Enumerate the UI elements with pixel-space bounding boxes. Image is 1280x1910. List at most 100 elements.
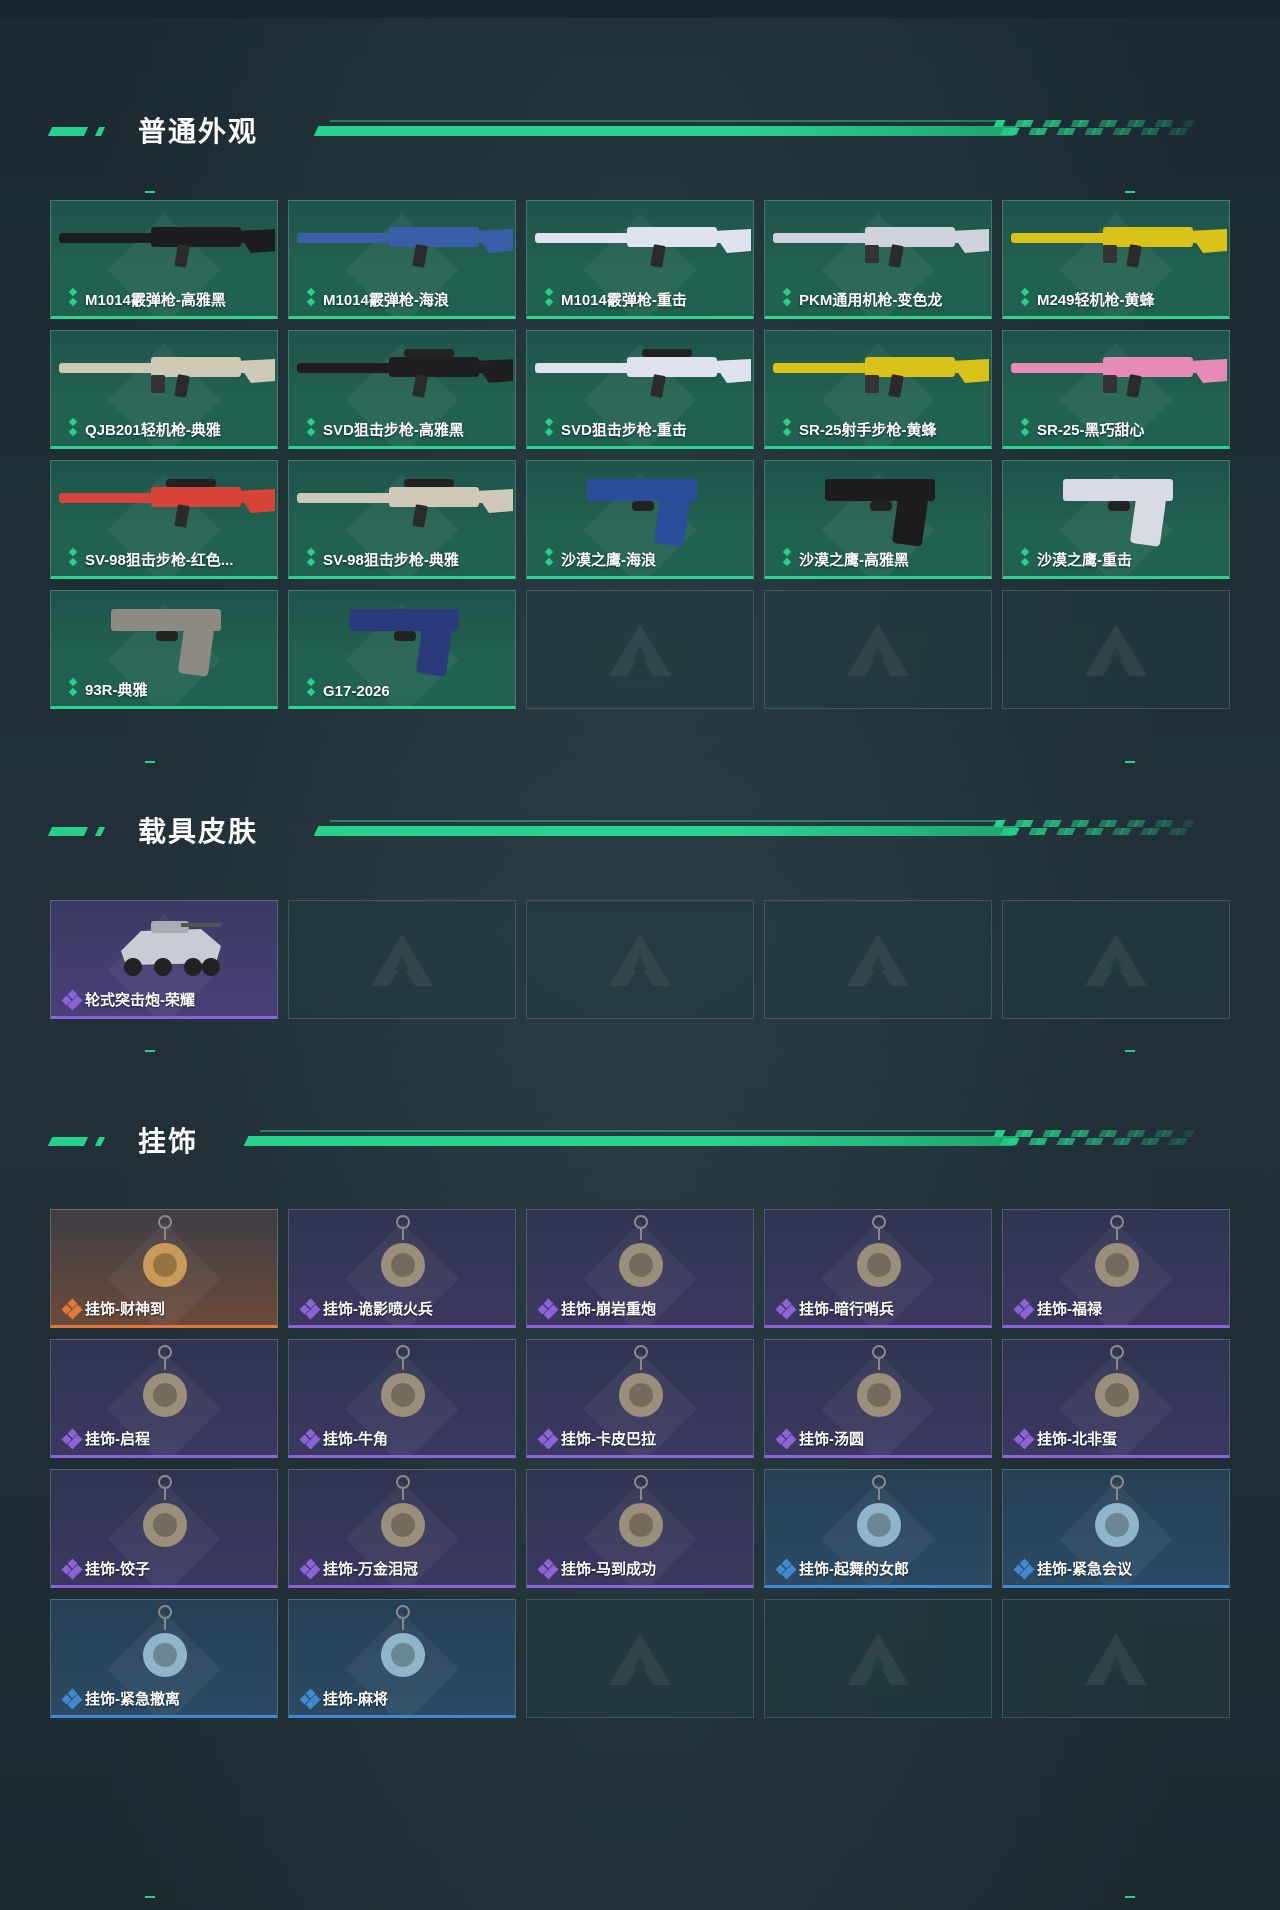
- weapon-skin-card[interactable]: SR-25射手步枪-黄蜂: [764, 330, 992, 449]
- weapon-skin-card[interactable]: M1014霰弹枪-海浪: [288, 200, 516, 319]
- charm-card[interactable]: 挂饰-北非蛋: [1002, 1339, 1230, 1458]
- weapon-skin-card[interactable]: 沙漠之鹰-重击: [1002, 460, 1230, 579]
- weapon-skin-card[interactable]: SVD狙击步枪-重击: [526, 330, 754, 449]
- rifle-icon: [1011, 357, 1227, 398]
- card-label: 沙漠之鹰-海浪: [561, 552, 656, 569]
- charm-card[interactable]: 挂饰-马到成功: [526, 1469, 754, 1588]
- empty-slot: [526, 1599, 754, 1718]
- card-label: M249轻机枪-黄蜂: [1037, 292, 1155, 309]
- rarity-icon: [781, 547, 793, 567]
- weapon-skin-card[interactable]: 93R-典雅: [50, 590, 278, 709]
- placeholder-logo-icon: [1085, 623, 1147, 676]
- rarity-icon: [67, 547, 79, 567]
- weapon-skin-card[interactable]: SV-98狙击步枪-典雅: [288, 460, 516, 579]
- weapon-skin-card[interactable]: SR-25-黑巧甜心: [1002, 330, 1230, 449]
- card-label: 挂饰-财神到: [85, 1301, 165, 1318]
- weapon-skin-card[interactable]: M1014霰弹枪-高雅黑: [50, 200, 278, 319]
- placeholder-logo-icon: [609, 1632, 671, 1685]
- rarity-diamond-icon: [1020, 427, 1030, 437]
- weapon-skin-card[interactable]: SV-98狙击步枪-红色...: [50, 460, 278, 579]
- pistol-icon: [825, 479, 935, 547]
- rarity-diamond-icon: [782, 287, 792, 297]
- charm-card[interactable]: 挂饰-诡影喷火兵: [288, 1209, 516, 1328]
- empty-slot: [1002, 590, 1230, 709]
- card-label: 沙漠之鹰-高雅黑: [799, 552, 909, 569]
- header-checker-pattern: [993, 120, 1195, 136]
- charm-card[interactable]: 挂饰-卡皮巴拉: [526, 1339, 754, 1458]
- card-label: 93R-典雅: [85, 682, 148, 699]
- charm-card[interactable]: 挂饰-起舞的女郎: [764, 1469, 992, 1588]
- rarity-diamond-icon: [68, 557, 78, 567]
- placeholder-logo-icon: [371, 933, 433, 986]
- charm-card[interactable]: 挂饰-牛角: [288, 1339, 516, 1458]
- rarity-icon: [67, 417, 79, 437]
- charm-card[interactable]: 挂饰-福禄: [1002, 1209, 1230, 1328]
- weapon-skin-card[interactable]: 沙漠之鹰-海浪: [526, 460, 754, 579]
- card-label: SV-98狙击步枪-红色...: [85, 552, 234, 569]
- section-header: 挂饰: [0, 1110, 1280, 1170]
- rarity-diamond-icon: [1020, 547, 1030, 557]
- empty-slot: [526, 590, 754, 709]
- charm-card[interactable]: 挂饰-汤圆: [764, 1339, 992, 1458]
- weapon-skin-card[interactable]: M1014霰弹枪-重击: [526, 200, 754, 319]
- corner-tick: [145, 1896, 155, 1898]
- checker-tile: [1175, 1138, 1188, 1145]
- rarity-diamond-icon: [68, 417, 78, 427]
- rarity-diamond-icon: [306, 687, 316, 697]
- charm-card[interactable]: 挂饰-紧急会议: [1002, 1469, 1230, 1588]
- rarity-diamond-icon: [306, 417, 316, 427]
- checker-tile: [1035, 128, 1048, 135]
- weapon-skin-card[interactable]: 沙漠之鹰-高雅黑: [764, 460, 992, 579]
- charm-card[interactable]: 挂饰-启程: [50, 1339, 278, 1458]
- empty-slot: [764, 1599, 992, 1718]
- charm-icon: [1095, 1215, 1139, 1287]
- rarity-diamond-icon: [68, 687, 78, 697]
- charm-icon: [1095, 1345, 1139, 1417]
- weapon-skin-card[interactable]: M249轻机枪-黄蜂: [1002, 200, 1230, 319]
- rarity-icon: [775, 1428, 797, 1450]
- rarity-diamond-icon: [782, 557, 792, 567]
- checker-tile: [1077, 1130, 1090, 1137]
- weapon-skin-card[interactable]: G17-2026: [288, 590, 516, 709]
- placeholder-logo-icon: [1085, 933, 1147, 986]
- rarity-icon: [543, 417, 555, 437]
- charm-card[interactable]: 挂饰-紧急撤离: [50, 1599, 278, 1718]
- rarity-icon: [305, 547, 317, 567]
- checker-tile: [1147, 1138, 1160, 1145]
- weapon-skin-card[interactable]: QJB201轻机枪-典雅: [50, 330, 278, 449]
- checker-tile: [1063, 828, 1076, 835]
- charm-icon: [857, 1215, 901, 1287]
- charm-card[interactable]: 挂饰-暗行哨兵: [764, 1209, 992, 1328]
- charm-icon: [619, 1475, 663, 1547]
- corner-tick: [145, 761, 155, 763]
- card-label: 沙漠之鹰-重击: [1037, 552, 1132, 569]
- rarity-icon: [299, 1428, 321, 1450]
- rarity-diamond-icon: [306, 297, 316, 307]
- section-vehicle-skins: 载具皮肤 轮式突击炮-荣耀: [0, 800, 1280, 1060]
- charm-icon: [381, 1475, 425, 1547]
- placeholder-logo-icon: [609, 623, 671, 676]
- checker-tile: [1175, 128, 1188, 135]
- charm-card[interactable]: 挂饰-饺子: [50, 1469, 278, 1588]
- checker-tile: [1021, 120, 1034, 127]
- header-divider: [313, 826, 1019, 836]
- rarity-diamond-icon: [306, 427, 316, 437]
- rarity-diamond-icon: [782, 427, 792, 437]
- header-checker-pattern: [993, 820, 1195, 836]
- card-label: 挂饰-麻将: [323, 1691, 388, 1708]
- charm-card[interactable]: 挂饰-崩岩重炮: [526, 1209, 754, 1328]
- checker-tile: [1119, 1138, 1132, 1145]
- charm-card[interactable]: 挂饰-麻将: [288, 1599, 516, 1718]
- rarity-diamond-icon: [1020, 287, 1030, 297]
- checker-tile: [1161, 1130, 1174, 1137]
- rarity-icon: [61, 1428, 83, 1450]
- weapon-skin-card[interactable]: PKM通用机枪-变色龙: [764, 200, 992, 319]
- section-header: 普通外观: [0, 100, 1280, 160]
- charm-card[interactable]: 挂饰-财神到: [50, 1209, 278, 1328]
- charm-icon: [143, 1345, 187, 1417]
- rarity-icon: [299, 1688, 321, 1710]
- empty-slot: [764, 900, 992, 1019]
- weapon-skin-card[interactable]: SVD狙击步枪-高雅黑: [288, 330, 516, 449]
- charm-card[interactable]: 挂饰-万金泪冠: [288, 1469, 516, 1588]
- vehicle-skin-card[interactable]: 轮式突击炮-荣耀: [50, 900, 278, 1019]
